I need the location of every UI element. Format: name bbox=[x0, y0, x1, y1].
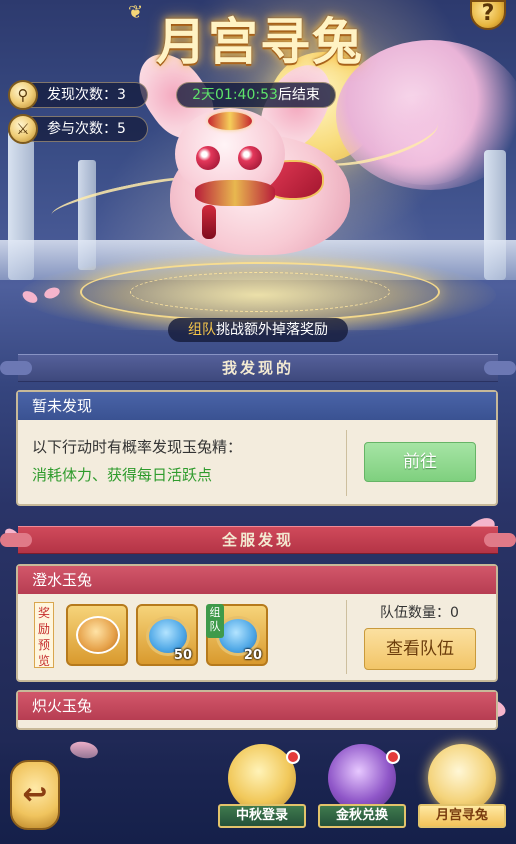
event-timer: 2天01:40:53后结束 bbox=[176, 82, 336, 108]
magnifier-icon: ⚲ bbox=[8, 80, 38, 110]
rabbit-icon bbox=[428, 744, 496, 812]
discover-hint: 以下行动时有概率发现玉兔精： bbox=[32, 438, 243, 456]
reward-preview-tag: 奖励预览 bbox=[34, 602, 54, 668]
team-bonus-text: 挑战额外掉落奖励 bbox=[216, 322, 328, 338]
rabbit-card[interactable]: 炽火玉兔 bbox=[16, 690, 498, 730]
team-bonus-notice: 组队挑战额外掉落奖励 bbox=[168, 318, 348, 342]
rabbit-collar bbox=[195, 180, 275, 206]
nav-item-golden-autumn-exchange[interactable]: 金秋兑换 bbox=[318, 744, 406, 838]
rabbit-card: 澄水玉兔 奖励预览 50 组队 20 队伍数量：0 查看队伍 bbox=[16, 564, 498, 682]
banner-cap bbox=[484, 361, 516, 375]
rabbit-eye bbox=[196, 146, 220, 170]
my-found-header: 暂未发现 bbox=[18, 392, 496, 420]
team-badge: 组队 bbox=[206, 604, 224, 638]
notification-dot bbox=[286, 750, 300, 764]
found-count-label: 发现次数： bbox=[47, 87, 117, 103]
rabbit-card-header: 炽火玉兔 bbox=[18, 692, 496, 720]
rabbit-crown bbox=[208, 112, 252, 130]
nav-item-mid-autumn-login[interactable]: 中秋登录 bbox=[218, 744, 306, 838]
my-found-panel: 暂未发现 以下行动时有概率发现玉兔精： 消耗体力、获得每日活跃点 前往 bbox=[16, 390, 498, 506]
team-count-label: 队伍数量： bbox=[380, 605, 450, 621]
magic-circle-inner bbox=[130, 272, 390, 312]
panel-divider bbox=[346, 430, 347, 496]
go-button[interactable]: 前往 bbox=[364, 442, 476, 482]
join-count-label: 参与次数： bbox=[47, 121, 117, 137]
found-count-value: 3 bbox=[117, 87, 126, 103]
banner-cap bbox=[0, 361, 32, 375]
page-title: 月宫寻兔 bbox=[156, 12, 364, 71]
mooncake-icon bbox=[76, 616, 120, 654]
view-team-button[interactable]: 查看队伍 bbox=[364, 628, 476, 670]
nav-item-label: 中秋登录 bbox=[218, 804, 306, 828]
nav-item-moon-palace-rabbit[interactable]: 月宫寻兔 bbox=[418, 744, 506, 838]
server-found-banner: 全服发现 bbox=[18, 526, 498, 554]
banner-cap bbox=[484, 533, 516, 547]
panel-divider bbox=[346, 600, 347, 674]
rabbit-eye bbox=[238, 146, 262, 170]
rabbit-tassel bbox=[202, 205, 216, 239]
countdown-text: 2天01:40:53 bbox=[192, 87, 278, 103]
rabbit-card-header: 澄水玉兔 bbox=[18, 566, 496, 594]
countdown-suffix: 后结束 bbox=[277, 87, 320, 103]
reward-item[interactable]: 组队 20 bbox=[206, 604, 268, 666]
reward-count: 20 bbox=[243, 648, 262, 663]
crossed-swords-icon: ⚔ bbox=[8, 114, 38, 144]
team-count-value: 0 bbox=[450, 605, 459, 621]
join-count-value: 5 bbox=[117, 121, 126, 137]
reward-count: 50 bbox=[173, 648, 192, 663]
team-bonus-highlight: 组队 bbox=[188, 322, 216, 338]
nav-item-label: 金秋兑换 bbox=[318, 804, 406, 828]
my-found-banner: 我发现的 bbox=[18, 354, 498, 382]
notification-dot bbox=[386, 750, 400, 764]
back-arrow-icon[interactable]: ↩ bbox=[10, 760, 60, 830]
banner-cap bbox=[0, 533, 32, 547]
discover-actions: 消耗体力、获得每日活跃点 bbox=[32, 466, 213, 484]
nav-item-label: 月宫寻兔 bbox=[418, 804, 506, 828]
reward-item[interactable]: 50 bbox=[136, 604, 198, 666]
team-count: 队伍数量：0 bbox=[380, 602, 459, 622]
reward-item[interactable] bbox=[66, 604, 128, 666]
